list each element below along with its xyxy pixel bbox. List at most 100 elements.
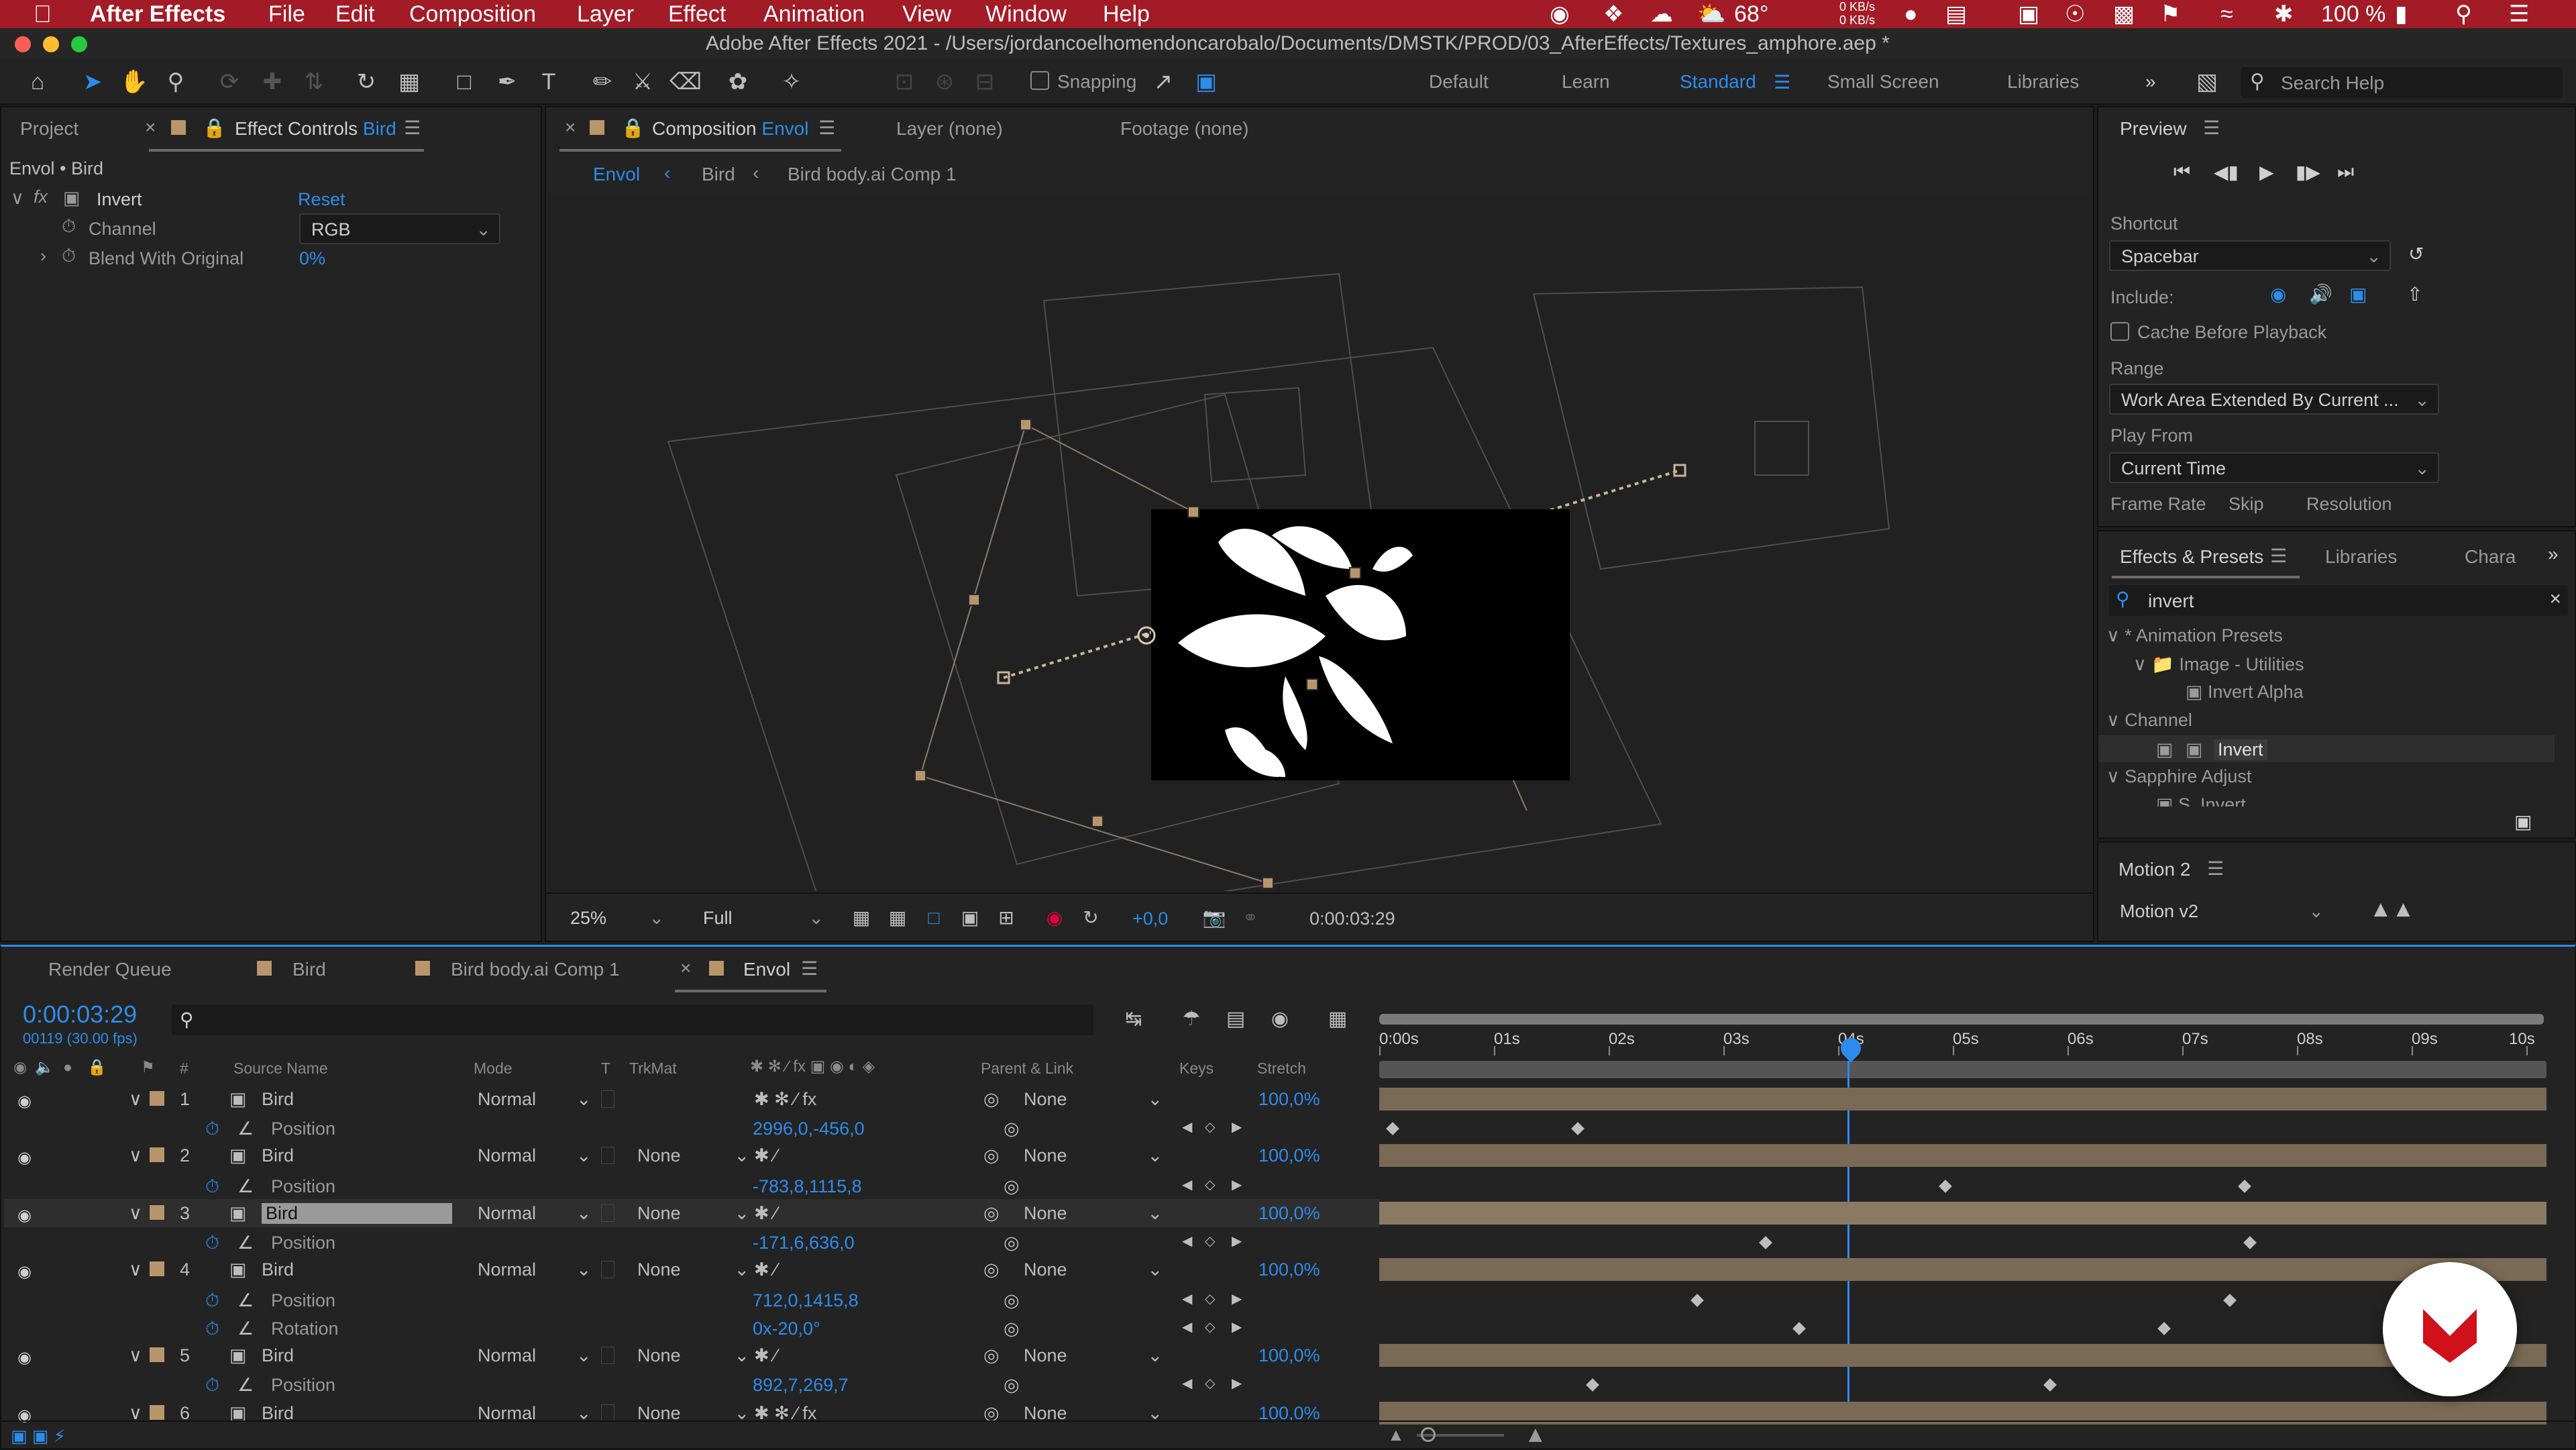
preserve-transparency-checkbox[interactable] <box>601 1204 614 1222</box>
sync-settings-icon[interactable]: ▧ <box>2192 67 2222 97</box>
source-name-header[interactable]: Source Name <box>233 1059 328 1078</box>
visibility-eye-icon[interactable]: ◉ <box>17 1092 32 1111</box>
trkmat-dropdown[interactable]: None ⌄ <box>637 1203 749 1224</box>
snapping-options-icon[interactable]: ↗ <box>1148 67 1178 97</box>
tab-layer[interactable]: Layer (none) <box>896 118 1003 140</box>
graph-icon[interactable]: ∠ <box>237 1318 254 1339</box>
twirl-down-icon[interactable]: ∨ <box>129 1145 142 1166</box>
tab-composition[interactable]: Composition Envol <box>652 118 808 140</box>
preserve-transparency-checkbox[interactable] <box>601 1404 614 1422</box>
mask-visibility-icon[interactable]: □ <box>919 903 949 933</box>
audio-header-icon[interactable]: 🔈 <box>35 1058 54 1076</box>
label-header-icon[interactable]: ⚑ <box>141 1058 155 1076</box>
keyframe[interactable] <box>2238 1180 2251 1193</box>
twirl-down-icon[interactable]: ∨ <box>129 1259 142 1280</box>
graph-icon[interactable]: ∠ <box>237 1233 254 1253</box>
preserve-transparency-checkbox[interactable] <box>601 1090 614 1108</box>
menu-help[interactable]: Help <box>1103 0 1150 28</box>
stretch-value[interactable]: 100,0% <box>1258 1203 1320 1224</box>
workspace-overflow-icon[interactable]: » <box>2145 71 2156 93</box>
keyframe[interactable] <box>2243 1236 2257 1249</box>
parent-dropdown[interactable]: None ⌄ <box>1024 1089 1163 1110</box>
next-keyframe-icon[interactable]: ▶ <box>1232 1375 1242 1392</box>
magnification-dropdown[interactable]: 25% ⌄ <box>558 902 674 933</box>
twirl-down-icon[interactable]: ∨ <box>129 1345 142 1366</box>
tree-item-s-invert[interactable]: ▣ S_Invert <box>2156 794 2246 807</box>
orbit-tool-icon[interactable]: ⟳ <box>215 67 244 97</box>
layer-duration-bar[interactable] <box>1379 1258 2546 1281</box>
visibility-eye-icon[interactable]: ◉ <box>17 1262 32 1282</box>
property-value[interactable]: 2996,0,-456,0 <box>753 1119 865 1139</box>
dolly-tool-icon[interactable]: ⇅ <box>299 67 329 97</box>
graph-icon[interactable]: ∠ <box>237 1375 254 1396</box>
wifi-icon[interactable]: ≈ <box>2220 0 2233 28</box>
shortcut-dropdown[interactable]: Spacebar ⌄ <box>2109 240 2391 271</box>
stopwatch-icon[interactable]: ⏱ <box>205 1233 219 1254</box>
layer-label-swatch[interactable] <box>149 1147 165 1163</box>
stopwatch-icon[interactable]: ⏱ <box>205 1318 219 1340</box>
breadcrumb-item-bird[interactable]: Bird <box>702 164 735 185</box>
keyframe[interactable] <box>1792 1322 1806 1335</box>
breadcrumb-item-bird-body[interactable]: Bird body.ai Comp 1 <box>788 164 957 185</box>
layer-row[interactable]: ◉ ∨ 4 ▣ Bird Normal ⌄ None ⌄ ✱ ∕ ◎ None ⌄ 100,0% <box>4 1255 1379 1284</box>
parent-dropdown[interactable]: None ⌄ <box>1024 1203 1163 1224</box>
layer-name[interactable]: Bird <box>262 1145 294 1166</box>
stretch-value[interactable]: 100,0% <box>1258 1345 1320 1366</box>
transparency-grid-icon[interactable]: ▦ <box>883 903 912 933</box>
parent-pickwhip-icon[interactable]: ◎ <box>983 1089 1000 1110</box>
visibility-eye-icon[interactable]: ◉ <box>17 1206 32 1225</box>
stretch-value[interactable]: 100,0% <box>1258 1259 1320 1280</box>
type-tool-icon[interactable]: T <box>534 67 564 97</box>
hand-tool-icon[interactable]: ✋ <box>119 67 149 97</box>
stopwatch-icon[interactable]: ⏱ <box>205 1290 219 1312</box>
add-keyframe-icon[interactable]: ◇ <box>1205 1176 1215 1193</box>
hide-shy-layers-icon[interactable]: ▤ <box>1221 1004 1250 1034</box>
add-keyframe-icon[interactable]: ◇ <box>1205 1375 1215 1392</box>
screen-icon[interactable]: ▩ <box>2113 0 2135 28</box>
flag-icon[interactable]: ⚑ <box>2160 0 2180 28</box>
minimize-window-button[interactable] <box>43 36 59 52</box>
zoom-in-icon[interactable]: ▲ <box>1524 1422 1547 1448</box>
clear-search-icon[interactable]: × <box>2549 588 2561 611</box>
layer-name[interactable]: Bird <box>262 1203 453 1224</box>
time-navigator[interactable] <box>1379 1061 2546 1078</box>
workspace-menu-icon[interactable]: ☰ <box>1774 71 1790 93</box>
visibility-eye-icon[interactable]: ◉ <box>17 1148 32 1168</box>
menu-effect[interactable]: Effect <box>668 0 726 28</box>
prev-keyframe-icon[interactable]: ◀ <box>1182 1290 1192 1307</box>
grid-guides-icon[interactable]: ⊞ <box>991 903 1021 933</box>
menu-window[interactable]: Window <box>985 0 1067 28</box>
layer-duration-bar[interactable] <box>1379 1344 2546 1367</box>
fast-previews-icon[interactable]: ▦ <box>847 903 876 933</box>
layer-row[interactable]: ◉ ∨ 5 ▣ Bird Normal ⌄ None ⌄ ✱ ∕ ◎ None ⌄ 100,0% <box>4 1341 1379 1369</box>
home-icon[interactable]: ⌂ <box>23 67 52 97</box>
rectangle-tool-icon[interactable]: □ <box>449 67 479 97</box>
play-icon[interactable]: ▶ <box>2259 161 2274 183</box>
panel-overflow-icon[interactable]: » <box>2548 543 2559 565</box>
close-envol-tab-icon[interactable]: × <box>680 957 691 979</box>
property-value[interactable]: 892,7,269,7 <box>753 1375 849 1396</box>
resolution-dropdown[interactable]: Full ⌄ <box>691 902 833 933</box>
workspace-learn[interactable]: Learn <box>1562 71 1610 93</box>
draft-3d-icon[interactable]: ☂ <box>1177 1004 1206 1034</box>
trkmat-dropdown[interactable]: None ⌄ <box>637 1259 749 1280</box>
tab-bird-body[interactable]: Bird body.ai Comp 1 <box>451 959 620 980</box>
preserve-transparency-checkbox[interactable] <box>601 1261 614 1278</box>
axis-view-icon[interactable]: ⊟ <box>970 67 1000 97</box>
comp-mini-flowchart-icon[interactable]: ↹ <box>1119 1004 1148 1034</box>
preserve-transparency-checkbox[interactable] <box>601 1147 614 1164</box>
twirl-down-icon[interactable]: ∨ <box>129 1203 142 1224</box>
stretch-value[interactable]: 100,0% <box>1258 1145 1320 1166</box>
cache-checkbox[interactable] <box>2110 322 2129 341</box>
layer-row[interactable]: ◉ ∨ 1 ▣ Bird Normal ⌄ ✱ ✻ ∕ fx ◎ None ⌄ 100,0% <box>4 1085 1379 1113</box>
channel-stopwatch-icon[interactable]: ⏱ <box>62 216 76 238</box>
next-keyframe-icon[interactable]: ▶ <box>1232 1233 1242 1249</box>
lock-header-icon[interactable]: 🔒 <box>87 1058 107 1076</box>
mode-dropdown[interactable]: Normal ⌄ <box>478 1145 592 1166</box>
fx-icon[interactable]: fx <box>34 187 48 207</box>
property-value[interactable]: 712,0,1415,8 <box>753 1290 859 1311</box>
layer-name[interactable]: Bird <box>262 1259 294 1280</box>
menu-composition[interactable]: Composition <box>409 0 536 28</box>
preserve-transparency-checkbox[interactable] <box>601 1347 614 1364</box>
parent-pickwhip-icon[interactable]: ◎ <box>983 1203 1000 1224</box>
